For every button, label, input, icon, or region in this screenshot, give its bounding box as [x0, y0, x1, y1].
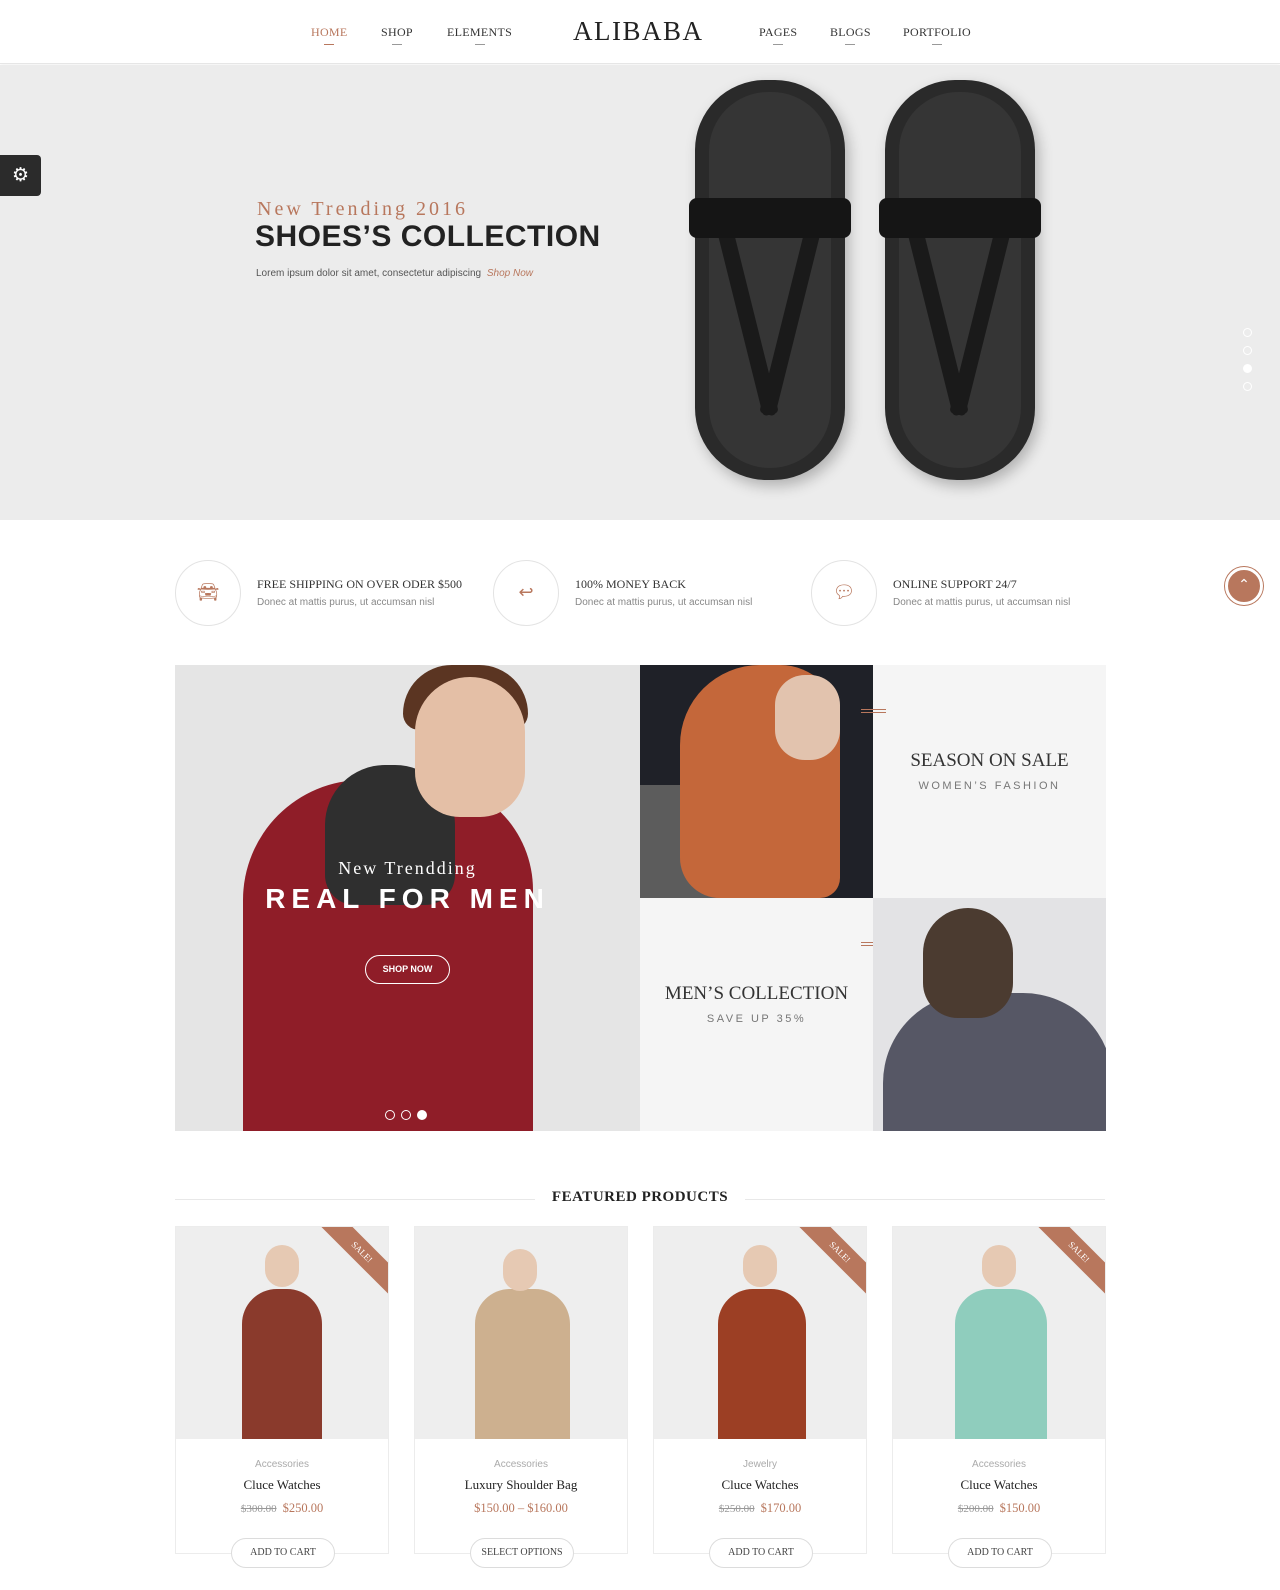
product-image[interactable]: SALE! — [176, 1227, 388, 1439]
product-price: $200.00 $150.00 — [893, 1501, 1105, 1516]
reply-icon: ↩ — [493, 560, 559, 626]
product-image[interactable] — [415, 1227, 627, 1439]
divider-deco — [861, 709, 886, 713]
product-card[interactable]: SALE! Accessories Cluce Watches $300.00 $… — [175, 1226, 389, 1568]
sale-badge: SALE! — [1028, 1227, 1105, 1303]
product-old-price: $300.00 — [240, 1503, 277, 1515]
select-options-button[interactable]: SELECT OPTIONS — [470, 1538, 574, 1568]
banner-dot-1[interactable] — [385, 1110, 395, 1120]
feature-desc: Donec at mattis purus, ut accumsan nisl — [257, 597, 435, 608]
hero-title: SHOES’S COLLECTION — [255, 220, 601, 253]
product-current-price: $170.00 — [760, 1501, 802, 1515]
feature-title: 100% MONEY BACK — [575, 577, 686, 591]
nav-blogs[interactable]: BLOGS — [830, 25, 871, 45]
feature-online-support: 💬︎ ONLINE SUPPORT 24/7 Donec at mattis p… — [811, 560, 1111, 626]
nav-elements[interactable]: ELEMENTS — [447, 25, 512, 45]
product-image[interactable]: SALE! — [654, 1227, 866, 1439]
hero-dot-4[interactable] — [1243, 382, 1252, 391]
nav-shop[interactable]: SHOP — [381, 25, 413, 45]
product-price: $300.00 $250.00 — [176, 1501, 388, 1516]
add-to-cart-button[interactable]: ADD TO CART — [231, 1538, 335, 1568]
product-card[interactable]: SALE! Jewelry Cluce Watches $250.00 $170.… — [653, 1226, 867, 1568]
hero-dot-1[interactable] — [1243, 328, 1252, 337]
women-fashion-image[interactable] — [640, 665, 873, 898]
hero-description-text: Lorem ipsum dolor sit amet, consectetur … — [256, 268, 482, 279]
product-current-price: $150.00 – $160.00 — [474, 1501, 568, 1515]
product-category[interactable]: Jewelry — [654, 1459, 866, 1470]
product-image[interactable]: SALE! — [893, 1227, 1105, 1439]
feature-free-shipping: 🚘︎ FREE SHIPPING ON OVER ODER $500 Donec… — [175, 560, 475, 626]
nav-portfolio[interactable]: PORTFOLIO — [903, 25, 971, 45]
feature-desc: Donec at mattis purus, ut accumsan nisl — [575, 597, 753, 608]
sale-badge: SALE! — [311, 1227, 388, 1303]
product-price: $150.00 – $160.00 — [415, 1501, 627, 1516]
hero-dot-2[interactable] — [1243, 346, 1252, 355]
product-card[interactable]: SALE! Accessories Cluce Watches $200.00 $… — [892, 1226, 1106, 1568]
banner-title: REAL FOR MEN — [265, 883, 550, 914]
hero-shop-now-link[interactable]: Shop Now — [487, 268, 533, 279]
men-collection-image[interactable] — [873, 898, 1106, 1131]
product-price: $250.00 $170.00 — [654, 1501, 866, 1516]
nav-home[interactable]: HOME — [311, 25, 348, 45]
banner-dot-3[interactable] — [417, 1110, 427, 1120]
banner-men-slider[interactable]: New Trendding REAL FOR MEN SHOP NOW — [175, 665, 640, 1131]
scroll-to-top-button[interactable]: ⌃ — [1225, 567, 1263, 605]
sandal-left-image — [689, 80, 851, 480]
banner-subtitle: New Trendding — [338, 858, 477, 878]
product-card[interactable]: Accessories Luxury Shoulder Bag $150.00 … — [414, 1226, 628, 1568]
product-category[interactable]: Accessories — [415, 1459, 627, 1470]
add-to-cart-button[interactable]: ADD TO CART — [709, 1538, 813, 1568]
chat-icon: 💬︎ — [811, 560, 877, 626]
product-old-price: $200.00 — [957, 1503, 994, 1515]
product-name[interactable]: Cluce Watches — [893, 1477, 1105, 1493]
tile-title: MEN’S COLLECTION — [664, 983, 849, 1004]
product-current-price: $250.00 — [282, 1501, 324, 1515]
banner-shop-now-button[interactable]: SHOP NOW — [365, 955, 450, 984]
hero-slider: New Trending 2016 SHOES’S COLLECTION Lor… — [0, 65, 1280, 520]
product-name[interactable]: Luxury Shoulder Bag — [415, 1477, 627, 1493]
tile-title: SEASON ON SALE — [910, 750, 1069, 771]
feature-money-back: ↩ 100% MONEY BACK Donec at mattis purus,… — [493, 560, 793, 626]
product-current-price: $150.00 — [999, 1501, 1041, 1515]
car-icon: 🚘︎ — [175, 560, 241, 626]
sale-badge: SALE! — [789, 1227, 866, 1303]
nav-pages[interactable]: PAGES — [759, 25, 797, 45]
sandal-right-image — [879, 80, 1041, 480]
product-name[interactable]: Cluce Watches — [176, 1477, 388, 1493]
add-to-cart-button[interactable]: ADD TO CART — [948, 1538, 1052, 1568]
hero-description: Lorem ipsum dolor sit amet, consectetur … — [256, 268, 533, 279]
tile-subtitle: SAVE UP 35% — [706, 1013, 807, 1025]
product-category[interactable]: Accessories — [176, 1459, 388, 1470]
featured-products-title: FEATURED PRODUCTS — [551, 1189, 729, 1205]
banner-pagination — [385, 1107, 433, 1125]
men-collection-tile[interactable]: MEN’S COLLECTION SAVE UP 35% — [640, 898, 886, 1131]
product-old-price: $250.00 — [718, 1503, 755, 1515]
banner-dot-2[interactable] — [401, 1110, 411, 1120]
product-category[interactable]: Accessories — [893, 1459, 1105, 1470]
hero-subtitle: New Trending 2016 — [257, 198, 469, 220]
tile-subtitle: WOMEN’S FASHION — [918, 780, 1061, 792]
product-name[interactable]: Cluce Watches — [654, 1477, 866, 1493]
feature-title: FREE SHIPPING ON OVER ODER $500 — [257, 577, 463, 591]
hero-pagination — [1243, 328, 1255, 400]
model-head-image — [415, 677, 525, 817]
site-logo[interactable]: ALIBABA — [573, 16, 704, 47]
feature-desc: Donec at mattis purus, ut accumsan nisl — [893, 597, 1071, 608]
hero-dot-3[interactable] — [1243, 364, 1252, 373]
settings-gear-icon[interactable]: ⚙ — [0, 155, 41, 196]
season-sale-tile[interactable]: SEASON ON SALE WOMEN’S FASHION — [861, 665, 1106, 898]
feature-title: ONLINE SUPPORT 24/7 — [893, 577, 1017, 591]
site-header: HOME SHOP ELEMENTS ALIBABA PAGES BLOGS P… — [0, 0, 1280, 64]
chevron-up-icon: ⌃ — [1238, 577, 1250, 593]
